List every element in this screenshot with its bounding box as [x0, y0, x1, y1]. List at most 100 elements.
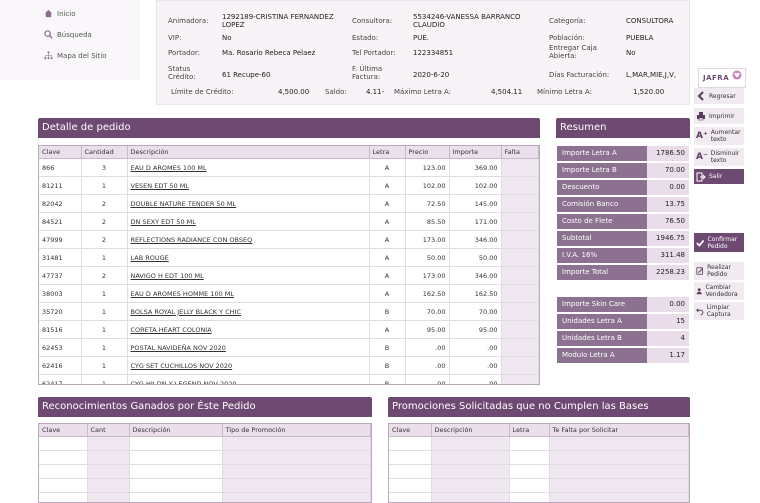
edit-icon — [696, 266, 704, 276]
column-header[interactable]: Cantidad — [81, 146, 127, 159]
column-header[interactable]: Tipo de Promoción — [222, 424, 371, 437]
imprimir-button[interactable]: Imprimir — [694, 108, 744, 124]
resumen-row: Subtotal1946.75 — [557, 231, 689, 246]
column-header[interactable]: Letra — [369, 146, 405, 159]
table-cell: 62453 — [39, 339, 81, 357]
promociones-title: Promociones Solicitadas que no Cumplen l… — [392, 401, 649, 412]
resumen-value: 70.00 — [647, 163, 689, 178]
table-cell[interactable]: EAU D AROMES HOMME 100 ML — [127, 285, 369, 303]
table-cell: B — [369, 303, 405, 321]
table-row[interactable]: 820422DOUBLE NATURE TENDER 50 MLA72.5014… — [39, 195, 539, 213]
column-header[interactable]: Descripción — [431, 424, 509, 437]
table-cell[interactable]: VESEN EDT 50 ML — [127, 177, 369, 195]
column-header[interactable]: Precio — [405, 146, 449, 159]
table-row[interactable]: 845212DN SEXY EDT 50 MLA85.50171.00 — [39, 213, 539, 231]
resumen-label: Importe Total — [557, 265, 647, 280]
confirmar-pedido-button[interactable]: Confirmar Pedido — [694, 233, 744, 252]
resumen-value: 0.00 — [647, 297, 689, 312]
table-cell[interactable]: CYG HIJ DN Y LEGEND NOV 2020 — [127, 375, 369, 386]
table-cell[interactable]: CORETA HEART COLONIA — [127, 321, 369, 339]
column-header[interactable]: Cant — [87, 424, 129, 437]
table-row — [389, 493, 689, 503]
saldo-label: Saldo: — [325, 88, 347, 96]
table-cell: 1 — [81, 321, 127, 339]
table-row[interactable]: 624171CYG HIJ DN Y LEGEND NOV 2020B.00.0… — [39, 375, 539, 386]
table-cell[interactable]: CYG SET CUCHILLOS NOV 2020 — [127, 357, 369, 375]
reconocimientos-table-container[interactable]: ClaveCantDescripciónTipo de Promoción — [38, 423, 372, 503]
disminuir-texto-button[interactable]: A⁻ Disminuir texto — [694, 148, 744, 166]
table-row[interactable]: 815161CORETA HEART COLONIAA95.0095.00 — [39, 321, 539, 339]
text-increase-icon: A⁺ — [696, 131, 708, 141]
table-cell: 1 — [81, 303, 127, 321]
table-row[interactable]: 624161CYG SET CUCHILLOS NOV 2020B.00.00 — [39, 357, 539, 375]
table-cell: 72.50 — [405, 195, 449, 213]
table-cell[interactable]: DOUBLE NATURE TENDER 50 ML — [127, 195, 369, 213]
column-header[interactable]: Descripción — [127, 146, 369, 159]
resumen-label: Modulo Letra A — [557, 348, 647, 363]
table-cell[interactable]: EAU D AROMES 100 ML — [127, 159, 369, 177]
portador-value: Ma. Rosario Rebeca Pelaez — [222, 49, 315, 57]
table-row[interactable]: 624531POSTAL NAVIDEÑA NOV 2020B.00.00 — [39, 339, 539, 357]
nav-mapa[interactable]: Mapa del Sitio — [44, 51, 107, 60]
resumen-title: Resumen — [560, 122, 606, 133]
column-header[interactable]: Te Falta por Solicitar — [549, 424, 689, 437]
promociones-table-container[interactable]: ClaveDescripciónLetraTe Falta por Solici… — [388, 423, 690, 503]
customer-info-panel: Animadora: 1292189-CRISTINA FERNANDEZ LO… — [156, 0, 690, 105]
table-cell: .00 — [449, 357, 501, 375]
table-row[interactable]: 812111VESEN EDT 50 MLA102.00102.00 — [39, 177, 539, 195]
table-cell — [501, 303, 539, 321]
nav-busqueda[interactable]: Búsqueda — [44, 30, 92, 39]
regresar-button[interactable]: Regresar — [694, 88, 744, 104]
table-cell: B — [369, 375, 405, 386]
table-cell[interactable]: DN SEXY EDT 50 ML — [127, 213, 369, 231]
resumen-label: Unidades Letra B — [557, 331, 647, 346]
maxletra-label: Máximo Letra A: — [394, 88, 451, 96]
table-cell — [501, 231, 539, 249]
table-cell[interactable]: BOLSA ROYAL JELLY BLACK Y CHIC — [127, 303, 369, 321]
table-cell[interactable]: POSTAL NAVIDEÑA NOV 2020 — [127, 339, 369, 357]
salir-button[interactable]: Salir — [694, 169, 744, 184]
resumen-row: Importe Skin Care0.00 — [557, 297, 689, 312]
minletra-value: 1,520.00 — [633, 88, 664, 96]
table-row[interactable]: 477372NAVIGO H EDT 100 MLA173.00346.00 — [39, 267, 539, 285]
fultima-label: F. Última Factura: — [352, 65, 397, 81]
table-cell — [509, 493, 549, 503]
resumen-value: 2258.23 — [647, 265, 689, 280]
table-cell: 47737 — [39, 267, 81, 285]
table-cell — [222, 437, 371, 451]
table-row[interactable]: 357201BOLSA ROYAL JELLY BLACK Y CHICB70.… — [39, 303, 539, 321]
column-header[interactable]: Falta — [501, 146, 539, 159]
table-row — [389, 479, 689, 493]
animadora-value: 1292189-CRISTINA FERNANDEZ LOPEZ — [222, 13, 347, 29]
exit-icon — [696, 172, 706, 182]
table-cell: .00 — [449, 339, 501, 357]
column-header[interactable]: Clave — [39, 146, 81, 159]
column-header[interactable]: Clave — [389, 424, 431, 437]
table-cell — [549, 493, 689, 503]
cambiar-vendedora-button[interactable]: Cambiar Vendedora — [694, 282, 744, 300]
portador-label: Portador: — [168, 49, 200, 57]
column-header[interactable]: Importe — [449, 146, 501, 159]
table-cell: 31481 — [39, 249, 81, 267]
poblacion-value: PUEBLA — [626, 34, 653, 42]
detalle-table-container[interactable]: ClaveCantidadDescripciónLetraPrecioImpor… — [38, 145, 540, 385]
table-row[interactable]: 8663EAU D AROMES 100 MLA123.00369.00 — [39, 159, 539, 177]
table-cell: 162.50 — [449, 285, 501, 303]
table-cell[interactable]: LAB ROUGE — [127, 249, 369, 267]
resumen-value: 1.17 — [647, 348, 689, 363]
table-cell: 2 — [81, 195, 127, 213]
limpiar-captura-button[interactable]: Limpiar Captura — [694, 302, 744, 320]
regresar-label: Regresar — [709, 93, 736, 100]
aumentar-texto-button[interactable]: A⁺ Aumentar texto — [694, 127, 744, 145]
column-header[interactable]: Clave — [39, 424, 87, 437]
table-cell[interactable]: NAVIGO H EDT 100 ML — [127, 267, 369, 285]
table-row[interactable]: 479992REFLECTIONS RADIANCE CON OBSEQA173… — [39, 231, 539, 249]
table-row[interactable]: 314811LAB ROUGEA50.0050.00 — [39, 249, 539, 267]
realizar-pedido-button[interactable]: Realizar Pedido — [694, 262, 744, 280]
table-cell[interactable]: REFLECTIONS RADIANCE CON OBSEQ — [127, 231, 369, 249]
column-header[interactable]: Letra — [509, 424, 549, 437]
column-header[interactable]: Descripción — [129, 424, 222, 437]
imprimir-label: Imprimir — [709, 113, 735, 120]
nav-inicio[interactable]: Inicio — [44, 9, 76, 18]
table-row[interactable]: 380031EAU D AROMES HOMME 100 MLA162.5016… — [39, 285, 539, 303]
